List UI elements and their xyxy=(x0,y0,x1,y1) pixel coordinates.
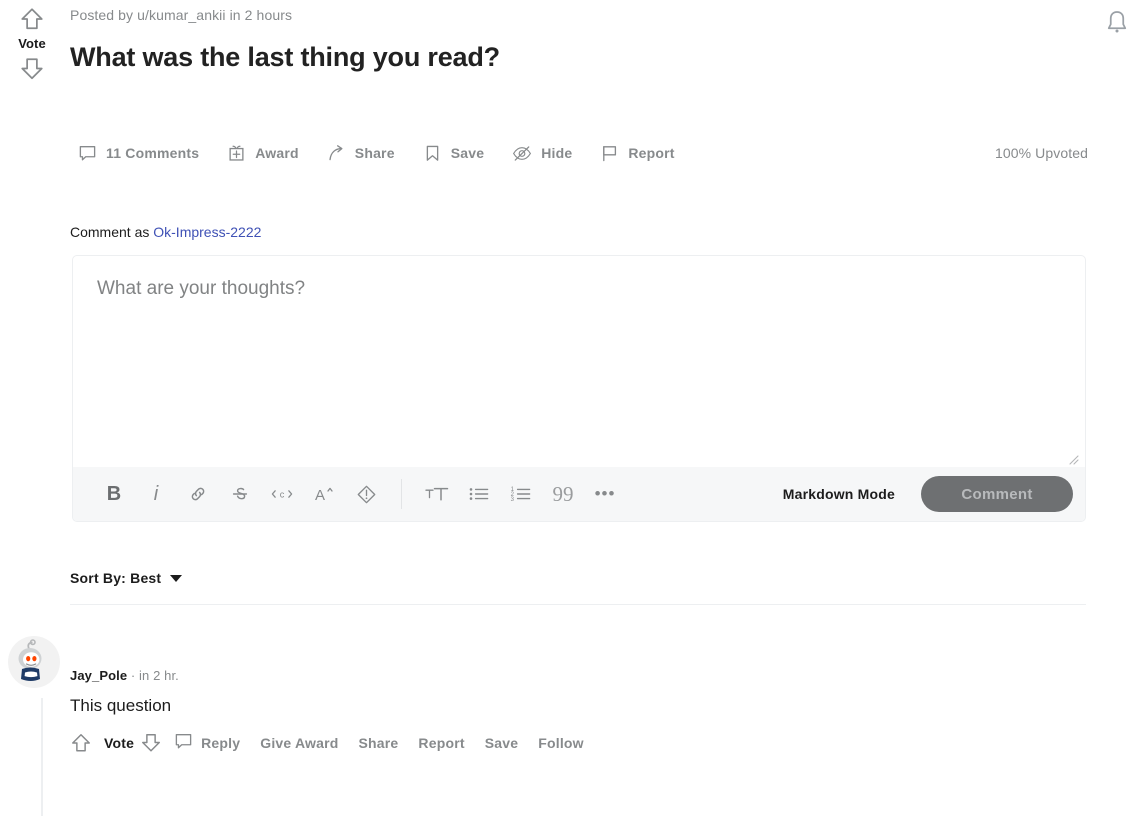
hide-button[interactable]: Hide xyxy=(512,144,572,163)
submit-comment-button[interactable]: Comment xyxy=(921,476,1073,512)
comment-meta: Jay_Pole · in 2 hr. xyxy=(70,636,1108,683)
bold-icon[interactable]: B xyxy=(93,475,135,513)
hide-label: Hide xyxy=(541,145,573,161)
report-label: Report xyxy=(628,145,675,161)
save-label: Save xyxy=(450,145,485,161)
comment-item: Jay_Pole · in 2 hr. This question Vote R… xyxy=(8,636,1108,816)
share-label: Share xyxy=(354,145,395,161)
flag-report-icon xyxy=(600,144,619,163)
comment-action-bar: Vote Reply Give Award Share Report Save … xyxy=(70,732,1108,754)
superscript-icon[interactable]: A xyxy=(303,475,345,513)
comment-as-prefix: Comment as xyxy=(70,224,154,240)
comment-report-button[interactable]: Report xyxy=(418,735,464,751)
markdown-mode-toggle[interactable]: Markdown Mode xyxy=(783,486,895,502)
heading-icon[interactable] xyxy=(416,475,458,513)
svg-text:A: A xyxy=(315,487,325,504)
upvoted-percentage: 100% Upvoted xyxy=(994,145,1088,161)
comment-vote-label: Vote xyxy=(104,735,135,751)
post-vote-label: Vote xyxy=(18,36,46,51)
comment-follow-button[interactable]: Follow xyxy=(538,735,584,751)
comment-thread-line xyxy=(41,698,43,816)
inline-code-icon[interactable]: c xyxy=(261,475,303,513)
bookmark-save-icon xyxy=(423,144,442,163)
numbered-list-icon[interactable]: 1 2 3 xyxy=(500,475,542,513)
post-page: Vote Posted by u/kumar_ankii in 2 hours … xyxy=(0,0,1148,816)
share-button[interactable]: Share xyxy=(327,144,395,163)
comment-share-button[interactable]: Share xyxy=(359,735,399,751)
award-button[interactable]: Award xyxy=(227,144,299,163)
report-button[interactable]: Report xyxy=(600,144,674,163)
comment-save-button[interactable]: Save xyxy=(485,735,519,751)
comment-input[interactable] xyxy=(73,256,1085,468)
post-vote-rail: Vote xyxy=(8,6,56,82)
comment-author[interactable]: Jay_Pole xyxy=(70,668,127,683)
svg-text:3: 3 xyxy=(511,497,515,503)
comment-meta-separator: · xyxy=(127,668,140,683)
comment-bubble-icon xyxy=(78,144,97,163)
comment-body: Jay_Pole · in 2 hr. This question Vote R… xyxy=(70,636,1108,754)
comments-button[interactable]: 11 Comments xyxy=(78,144,199,163)
award-gift-icon xyxy=(227,144,246,163)
sort-by-dropdown[interactable]: Sort By: Best xyxy=(70,570,183,586)
spoiler-icon[interactable] xyxy=(345,475,387,513)
reply-label: Reply xyxy=(201,735,241,751)
comment-give-award-button[interactable]: Give Award xyxy=(260,735,338,751)
downvote-arrow-icon[interactable] xyxy=(19,56,45,82)
comment-as-line: Comment as Ok-Impress-2222 xyxy=(70,224,261,240)
more-options-icon[interactable]: ••• xyxy=(584,475,626,513)
editor-toolbar: B i c A 1 2 3 99 ••• Markdown Mode Comme… xyxy=(73,467,1085,521)
current-username[interactable]: Ok-Impress-2222 xyxy=(153,224,261,240)
award-label: Award xyxy=(255,145,299,161)
sort-by-label: Sort By: Best xyxy=(70,570,162,586)
snoo-avatar-icon[interactable] xyxy=(8,636,60,688)
quote-icon[interactable]: 99 xyxy=(542,475,584,513)
strikethrough-icon[interactable] xyxy=(219,475,261,513)
bulleted-list-icon[interactable] xyxy=(458,475,500,513)
reply-bubble-icon xyxy=(174,732,193,754)
eye-slash-hide-icon xyxy=(512,144,532,163)
comment-upvote-icon[interactable] xyxy=(70,732,92,754)
comments-label: 11 Comments xyxy=(106,145,200,161)
comment-composer: B i c A xyxy=(72,255,1086,522)
comment-text: This question xyxy=(70,696,172,715)
svg-text:c: c xyxy=(280,490,285,500)
link-icon[interactable] xyxy=(177,475,219,513)
upvote-arrow-icon[interactable] xyxy=(19,6,45,32)
comment-timestamp: in 2 hr. xyxy=(139,668,179,683)
chevron-down-icon xyxy=(170,574,183,582)
sort-divider xyxy=(70,604,1086,605)
toolbar-divider xyxy=(401,479,402,509)
post-action-bar: 11 Comments Award Share Save Hide Report… xyxy=(78,136,1088,170)
share-arrow-icon xyxy=(327,144,346,163)
italic-icon[interactable]: i xyxy=(135,475,177,513)
comment-reply-button[interactable]: Reply xyxy=(174,732,240,754)
comment-downvote-icon[interactable] xyxy=(140,732,162,754)
page-title: What was the last thing you read? xyxy=(70,42,500,72)
save-button[interactable]: Save xyxy=(423,144,485,163)
notification-bell-icon[interactable] xyxy=(1102,8,1132,38)
post-byline: Posted by u/kumar_ankii in 2 hours xyxy=(70,7,293,23)
